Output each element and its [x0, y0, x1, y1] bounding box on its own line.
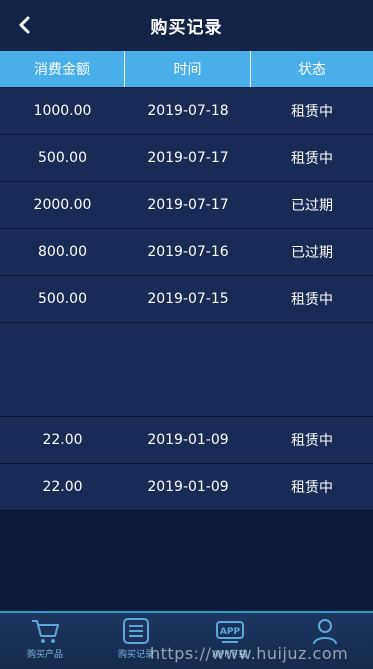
table-row: 500.00 2019-07-15 租赁中	[0, 276, 373, 323]
table-row: 2000.00 2019-07-17 已过期	[0, 182, 373, 229]
status-cell: 已过期	[291, 245, 333, 261]
date-cell: 2019-07-18	[147, 103, 229, 119]
back-button[interactable]	[12, 13, 36, 37]
date-cell: 2019-07-17	[147, 150, 229, 166]
amount-cell: 800.00	[38, 244, 87, 260]
column-header-time: 时间	[125, 51, 251, 87]
list-icon	[123, 618, 149, 644]
page-title: 购买记录	[150, 18, 223, 38]
amount-cell: 500.00	[38, 291, 87, 307]
status-cell: 租赁中	[291, 151, 333, 167]
nav-item-buy-product[interactable]: 购买产品	[5, 617, 85, 667]
empty-row	[0, 323, 373, 417]
app-icon: APP	[216, 621, 244, 643]
chevron-left-icon	[19, 16, 30, 34]
table-header: 消费金额 时间 状态	[0, 51, 373, 87]
records-table: 1000.00 2019-07-18 租赁中 500.00 2019-07-17…	[0, 88, 373, 511]
column-header-status: 状态	[298, 62, 326, 78]
watermark: https://www.huijuz.com	[150, 644, 349, 663]
status-cell: 租赁中	[291, 104, 333, 120]
amount-cell: 1000.00	[33, 103, 92, 119]
amount-cell: 2000.00	[33, 197, 92, 213]
nav-label: 购买产品	[26, 650, 63, 660]
date-cell: 2019-07-17	[147, 197, 229, 213]
table-row: 22.00 2019-01-09 租赁中	[0, 417, 373, 464]
status-cell: 租赁中	[291, 433, 333, 449]
table-row: 500.00 2019-07-17 租赁中	[0, 135, 373, 182]
cart-icon	[32, 620, 59, 643]
user-icon	[313, 619, 337, 645]
column-header-amount: 消费金额	[0, 51, 125, 87]
svg-text:APP: APP	[220, 627, 241, 637]
amount-cell: 22.00	[42, 479, 83, 495]
header-bar: 购买记录	[0, 0, 373, 51]
nav-label: 购买记录	[117, 650, 154, 660]
amount-cell: 500.00	[38, 150, 87, 166]
status-cell: 租赁中	[291, 480, 333, 496]
table-row: 1000.00 2019-07-18 租赁中	[0, 88, 373, 135]
date-cell: 2019-01-09	[147, 432, 229, 448]
table-row: 22.00 2019-01-09 租赁中	[0, 464, 373, 511]
status-cell: 租赁中	[291, 292, 333, 308]
amount-cell: 22.00	[42, 432, 83, 448]
date-cell: 2019-01-09	[147, 479, 229, 495]
table-row: 800.00 2019-07-16 已过期	[0, 229, 373, 276]
date-cell: 2019-07-15	[147, 291, 229, 307]
date-cell: 2019-07-16	[147, 244, 229, 260]
status-cell: 已过期	[291, 198, 333, 214]
